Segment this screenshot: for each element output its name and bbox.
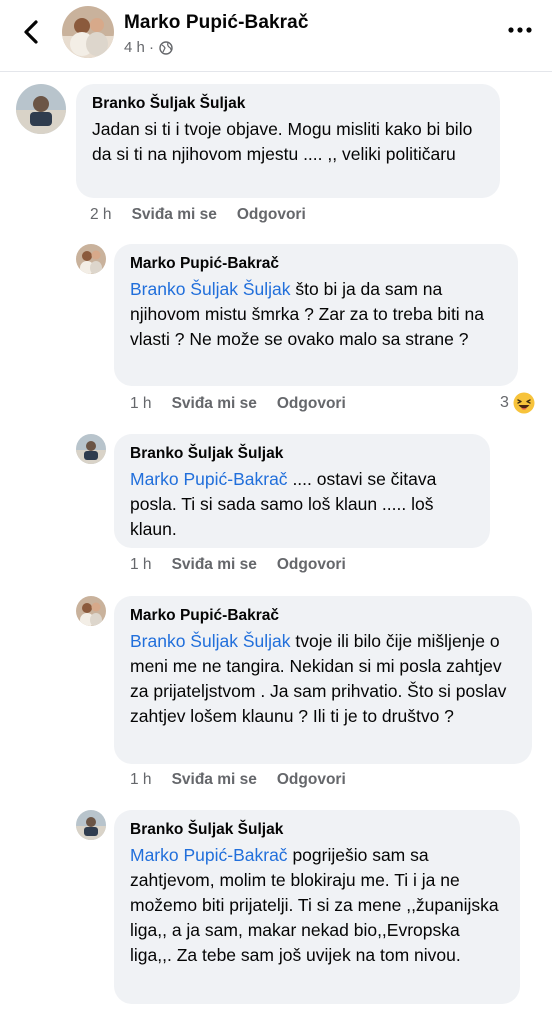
comment-bubble: Marko Pupić-Bakrač Branko Šuljak Šuljak … bbox=[114, 244, 518, 386]
comment-text: Jadan si ti i tvoje objave. Mogu misliti… bbox=[92, 119, 473, 164]
reply-button[interactable]: Odgovori bbox=[237, 206, 306, 224]
haha-emoji-icon bbox=[513, 392, 535, 414]
comment-bubble: Branko Šuljak Šuljak Marko Pupić-Bakrač … bbox=[114, 810, 520, 1004]
more-options-icon[interactable] bbox=[508, 26, 532, 34]
comment-actions: 1 h Sviđa mi se Odgovori bbox=[130, 771, 346, 789]
comment-author[interactable]: Marko Pupić-Bakrač bbox=[130, 255, 502, 273]
comment-bubble: Branko Šuljak Šuljak Marko Pupić-Bakrač … bbox=[114, 434, 490, 548]
like-button[interactable]: Sviđa mi se bbox=[132, 206, 217, 224]
comment-time: 2 h bbox=[90, 206, 112, 223]
comment-actions: 2 h Sviđa mi se Odgovori bbox=[90, 206, 306, 224]
comment-time: 1 h bbox=[130, 556, 152, 573]
comment-author[interactable]: Branko Šuljak Šuljak bbox=[130, 445, 474, 463]
back-arrow-icon[interactable] bbox=[18, 16, 46, 48]
comment-author[interactable]: Marko Pupić-Bakrač bbox=[130, 607, 516, 625]
mention-link[interactable]: Branko Šuljak Šuljak bbox=[130, 631, 291, 651]
commenter-avatar[interactable] bbox=[76, 244, 106, 274]
reaction-summary[interactable]: 3 bbox=[500, 392, 535, 414]
post-meta: 4 h · bbox=[124, 39, 173, 56]
mention-link[interactable]: Branko Šuljak Šuljak bbox=[130, 279, 291, 299]
commenter-avatar[interactable] bbox=[16, 84, 66, 134]
comment-text: Branko Šuljak Šuljak tvoje ili bilo čije… bbox=[130, 631, 507, 726]
reply-button[interactable]: Odgovori bbox=[277, 556, 346, 574]
like-button[interactable]: Sviđa mi se bbox=[172, 771, 257, 789]
commenter-avatar[interactable] bbox=[76, 810, 106, 840]
comment-text: Marko Pupić-Bakrač .... ostavi se čitava… bbox=[130, 469, 437, 539]
comment-bubble: Marko Pupić-Bakrač Branko Šuljak Šuljak … bbox=[114, 596, 532, 764]
comment-author[interactable]: Branko Šuljak Šuljak bbox=[92, 95, 484, 113]
mention-link[interactable]: Marko Pupić-Bakrač bbox=[130, 469, 288, 489]
reply-button[interactable]: Odgovori bbox=[277, 771, 346, 789]
globe-icon bbox=[159, 40, 173, 55]
comment-author[interactable]: Branko Šuljak Šuljak bbox=[130, 821, 504, 839]
comment-text: Marko Pupić-Bakrač pogriješio sam sa zah… bbox=[130, 845, 499, 965]
mention-link[interactable]: Marko Pupić-Bakrač bbox=[130, 845, 288, 865]
post-author-name[interactable]: Marko Pupić-Bakrač bbox=[124, 12, 308, 34]
comment-actions: 1 h Sviđa mi se Odgovori bbox=[130, 395, 346, 413]
reply-button[interactable]: Odgovori bbox=[277, 395, 346, 413]
commenter-avatar[interactable] bbox=[76, 434, 106, 464]
commenter-avatar[interactable] bbox=[76, 596, 106, 626]
comment-actions: 1 h Sviđa mi se Odgovori bbox=[130, 556, 346, 574]
author-avatar[interactable] bbox=[62, 6, 114, 58]
like-button[interactable]: Sviđa mi se bbox=[172, 395, 257, 413]
comment-time: 1 h bbox=[130, 771, 152, 788]
comment-text: Branko Šuljak Šuljak što bi ja da sam na… bbox=[130, 279, 485, 349]
comment-bubble: Branko Šuljak Šuljak Jadan si ti i tvoje… bbox=[76, 84, 500, 198]
reaction-count: 3 bbox=[500, 394, 509, 411]
post-time: 4 h · bbox=[124, 39, 155, 56]
like-button[interactable]: Sviđa mi se bbox=[172, 556, 257, 574]
comment-time: 1 h bbox=[130, 395, 152, 412]
post-header: Marko Pupić-Bakrač 4 h · bbox=[0, 0, 552, 72]
